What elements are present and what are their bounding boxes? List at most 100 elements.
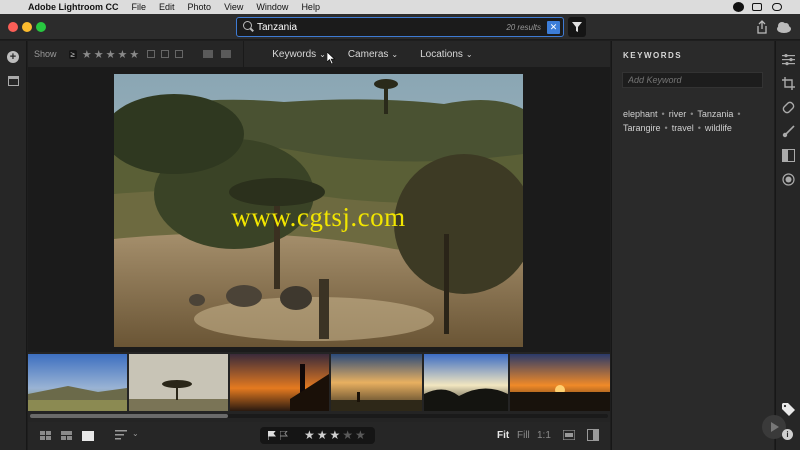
- photo-type-filter-icon[interactable]: [203, 50, 214, 58]
- add-keyword-input[interactable]: [622, 72, 763, 88]
- locations-dropdown-label: Locations: [420, 48, 463, 60]
- minimize-window-button[interactable]: [22, 22, 32, 32]
- thumbnail[interactable]: [331, 354, 422, 411]
- keyword-tag[interactable]: wildlife: [705, 123, 732, 133]
- share-icon[interactable]: [756, 20, 768, 34]
- filmstrip: [28, 352, 610, 422]
- menu-window[interactable]: Window: [256, 2, 288, 12]
- cameras-dropdown-label: Cameras: [347, 48, 389, 60]
- add-photos-icon[interactable]: +: [7, 51, 19, 63]
- keyword-list: elephant • river • Tanzania • Tarangire • trave…: [623, 107, 768, 135]
- zoom-fit-button[interactable]: Fit: [497, 430, 509, 441]
- chevron-down-icon: ⌄: [391, 49, 399, 59]
- cameras-dropdown[interactable]: Cameras ⌄: [348, 49, 398, 60]
- thumbnail-image: [230, 354, 329, 411]
- app-name-menu[interactable]: Adobe Lightroom CC: [28, 2, 119, 12]
- rating-filter-stars[interactable]: ★★★★★: [82, 48, 141, 61]
- square-grid-view-icon[interactable]: [40, 431, 51, 441]
- menu-edit[interactable]: Edit: [159, 2, 175, 12]
- bottom-toolbar: ⌄ ★★★★★ Fit Fill 1:1: [28, 422, 610, 450]
- keywords-panel: KEYWORDS elephant•river•Tanzania• Tarang…: [611, 41, 774, 450]
- keyword-separator: •: [737, 109, 741, 119]
- flag-rejected-filter-icon[interactable]: [175, 50, 184, 58]
- keywords-dropdown[interactable]: Keywords ⌄: [272, 49, 326, 60]
- edit-tools-strip: [775, 41, 800, 450]
- info-icon[interactable]: i: [782, 429, 793, 440]
- crop-icon[interactable]: [782, 77, 795, 90]
- photo-viewer: www.cgtsj.com: [28, 67, 610, 352]
- thumbnail[interactable]: [510, 354, 610, 411]
- thumbnail[interactable]: [230, 354, 329, 411]
- funnel-icon: [572, 22, 582, 32]
- keyword-tag[interactable]: river: [669, 109, 687, 119]
- keyword-tag-icon[interactable]: [782, 403, 795, 416]
- menu-file[interactable]: File: [132, 2, 147, 12]
- flag-unflagged-filter-icon[interactable]: [161, 50, 170, 58]
- edit-sliders-icon[interactable]: [782, 53, 795, 66]
- sort-icon[interactable]: [115, 430, 127, 441]
- cloud-sync-icon[interactable]: [776, 20, 792, 34]
- zoom-window-button[interactable]: [36, 22, 46, 32]
- thumbnail-image: [129, 354, 228, 411]
- radial-gradient-icon[interactable]: [782, 173, 795, 186]
- main-photo[interactable]: www.cgtsj.com: [114, 74, 523, 347]
- creative-cloud-icon[interactable]: [733, 2, 744, 12]
- thumbnail[interactable]: [129, 354, 228, 411]
- left-sidebar: +: [0, 41, 27, 450]
- menu-help[interactable]: Help: [301, 2, 320, 12]
- close-window-button[interactable]: [8, 22, 18, 32]
- panel-title: KEYWORDS: [623, 51, 683, 60]
- video-type-filter-icon[interactable]: [221, 50, 232, 58]
- photo-grid-view-icon[interactable]: [61, 431, 72, 441]
- compare-icon[interactable]: [563, 430, 575, 440]
- flag-pick-icon[interactable]: [268, 431, 276, 440]
- search-input[interactable]: [257, 18, 507, 36]
- airplay-icon[interactable]: [772, 3, 782, 11]
- keywords-dropdown-label: Keywords: [272, 48, 317, 60]
- thumbnail-image: [331, 354, 422, 411]
- thumbnail-image: [510, 354, 610, 411]
- thumbnail-image: [424, 354, 508, 411]
- filmstrip-scrollbar-thumb[interactable]: [30, 414, 228, 418]
- mouse-cursor-icon: [327, 52, 335, 64]
- thumbnail[interactable]: [424, 354, 508, 411]
- rating-operator-button[interactable]: ≥: [68, 49, 77, 59]
- zoom-fill-button[interactable]: Fill: [517, 430, 530, 441]
- watermark-text: www.cgtsj.com: [231, 202, 406, 232]
- chevron-down-icon: ⌄: [465, 49, 473, 59]
- star-rating-empty[interactable]: ★★: [342, 428, 368, 442]
- keyword-separator: •: [690, 109, 694, 119]
- keyword-tag[interactable]: Tarangire: [623, 123, 661, 133]
- healing-brush-icon[interactable]: [782, 101, 795, 114]
- zoom-1to1-button[interactable]: 1:1: [537, 430, 551, 441]
- flag-rating-control: ★★★★★: [260, 427, 375, 444]
- library-icon[interactable]: [8, 76, 19, 86]
- show-label: Show: [34, 49, 57, 59]
- toolbar-divider: [243, 41, 245, 67]
- brush-icon[interactable]: [782, 125, 795, 138]
- keyword-tag[interactable]: Tanzania: [697, 109, 733, 119]
- flag-reject-icon[interactable]: [280, 431, 288, 440]
- keyword-tag[interactable]: travel: [672, 123, 694, 133]
- search-icon: [241, 19, 257, 35]
- title-bar: 20 results ✕: [0, 14, 800, 40]
- detail-view-icon[interactable]: [82, 431, 94, 441]
- search-result-count: 20 results: [506, 22, 541, 32]
- locations-dropdown[interactable]: Locations ⌄: [420, 49, 473, 60]
- thumbnail[interactable]: [28, 354, 127, 411]
- clear-search-button[interactable]: ✕: [547, 20, 560, 34]
- keyword-separator: •: [661, 109, 665, 119]
- search-box: 20 results ✕: [236, 17, 564, 37]
- chevron-down-icon: ⌄: [319, 49, 326, 59]
- linear-gradient-icon[interactable]: [782, 149, 795, 162]
- menu-view[interactable]: View: [224, 2, 243, 12]
- filter-button[interactable]: [568, 17, 586, 37]
- before-after-icon[interactable]: [587, 429, 599, 441]
- menu-photo[interactable]: Photo: [188, 2, 212, 12]
- display-icon[interactable]: [752, 3, 762, 11]
- thumbnail-image: [28, 354, 127, 411]
- keyword-tag[interactable]: elephant: [623, 109, 658, 119]
- chevron-down-icon[interactable]: ⌄: [132, 429, 139, 438]
- star-rating[interactable]: ★★★★★: [304, 428, 368, 442]
- flag-picked-filter-icon[interactable]: [147, 50, 156, 58]
